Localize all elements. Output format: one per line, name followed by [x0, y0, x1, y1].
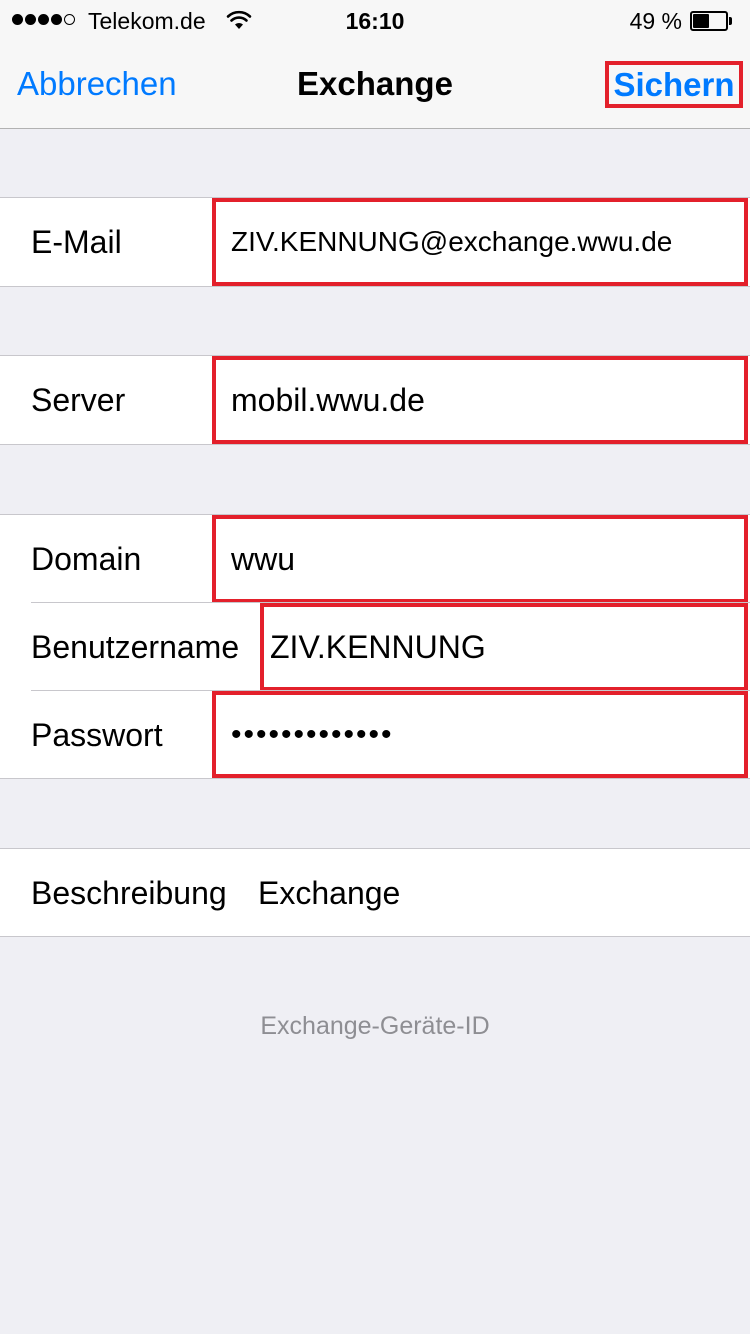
- password-label: Passwort: [31, 717, 163, 753]
- status-bar: Telekom.de 16:10 49 %: [0, 0, 750, 40]
- server-group: Server mobil.wwu.de: [0, 355, 750, 445]
- password-row: Passwort •••••••••••••: [0, 691, 750, 779]
- server-label: Server: [31, 382, 126, 418]
- email-label: E-Mail: [31, 224, 122, 260]
- username-value: ZIV.KENNUNG: [270, 629, 486, 665]
- battery-percentage: 49 %: [629, 8, 682, 34]
- server-value: mobil.wwu.de: [231, 382, 425, 418]
- password-value: •••••••••••••: [231, 718, 394, 751]
- email-row: E-Mail ZIV.KENNUNG@exchange.wwu.de: [0, 198, 750, 286]
- domain-value: wwu: [231, 541, 296, 577]
- email-group: E-Mail ZIV.KENNUNG@exchange.wwu.de: [0, 197, 750, 287]
- battery-icon: [690, 11, 734, 31]
- navigation-bar: Abbrechen Exchange Sichern: [0, 40, 750, 129]
- email-value: ZIV.KENNUNG@exchange.wwu.de: [231, 226, 673, 257]
- device-id-label: Exchange-Geräte-ID: [260, 1012, 490, 1040]
- server-row: Server mobil.wwu.de: [0, 356, 750, 444]
- cancel-button[interactable]: Abbrechen: [17, 64, 177, 104]
- description-value[interactable]: Exchange: [258, 849, 400, 937]
- description-group: Beschreibung Exchange: [0, 848, 750, 937]
- save-button[interactable]: Sichern: [605, 61, 743, 108]
- password-field[interactable]: •••••••••••••: [212, 691, 748, 778]
- description-row[interactable]: Beschreibung Exchange: [0, 849, 750, 937]
- domain-label: Domain: [31, 541, 142, 577]
- username-row: Benutzername ZIV.KENNUNG: [0, 603, 750, 691]
- username-label: Benutzername: [31, 629, 240, 665]
- server-field[interactable]: mobil.wwu.de: [212, 356, 748, 444]
- username-field[interactable]: ZIV.KENNUNG: [260, 603, 748, 691]
- email-field[interactable]: ZIV.KENNUNG@exchange.wwu.de: [212, 198, 748, 286]
- credentials-group: Domain wwu Benutzername ZIV.KENNUNG Pass…: [0, 514, 750, 779]
- description-label: Beschreibung: [31, 875, 227, 911]
- domain-row: Domain wwu: [0, 515, 750, 603]
- domain-field[interactable]: wwu: [212, 515, 748, 603]
